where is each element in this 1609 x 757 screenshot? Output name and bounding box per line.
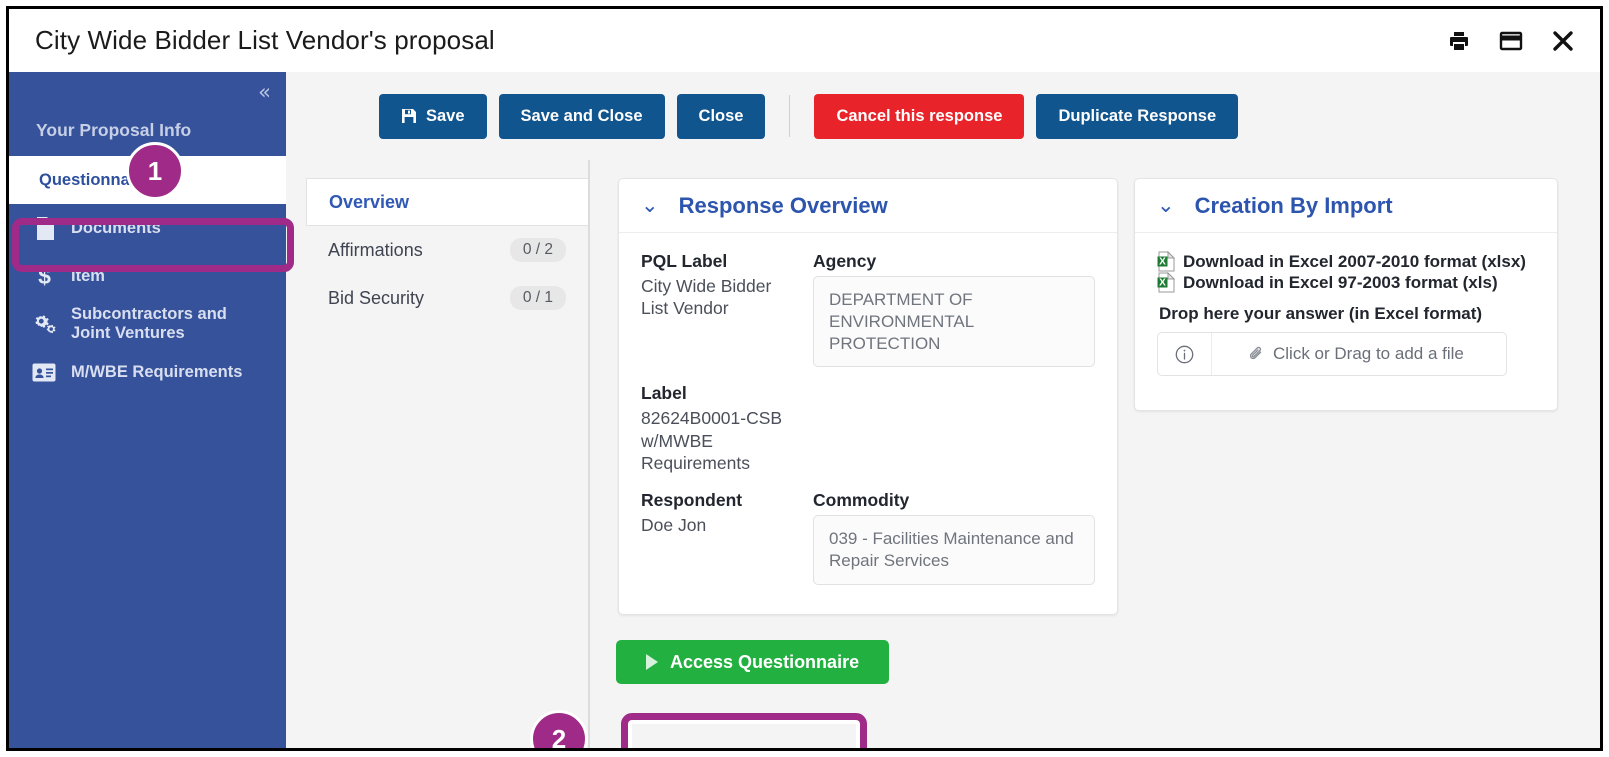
label-caption: Label [641, 383, 687, 404]
sidebar-item-mwbe-requirements[interactable]: M/WBE Requirements [9, 348, 286, 396]
annotation-badge-1: 1 [126, 142, 184, 200]
response-overview-header[interactable]: ⌄ Response Overview [619, 179, 1117, 233]
cancel-button-label: Cancel this response [836, 106, 1003, 125]
label-field: Label 82624B0001-CSB w/MWBE Requirements [641, 383, 801, 474]
main-panel: Save Save and Close Close Cancel this re… [286, 72, 1600, 748]
label-value: 82624B0001-CSB w/MWBE Requirements [641, 408, 783, 474]
print-icon[interactable] [1446, 28, 1472, 54]
sidebar-item-label: M/WBE Requirements [71, 362, 243, 381]
svg-text:X: X [1159, 278, 1166, 289]
sidebar-item-subcontractors-and-joint-ventures[interactable]: Subcontractors and Joint Ventures [9, 300, 286, 348]
document-icon [31, 216, 57, 240]
drop-zone-caption: Drop here your answer (in Excel format) [1159, 304, 1483, 323]
download-xlsx-link[interactable]: X Download in Excel 2007-2010 format (xl… [1157, 251, 1535, 272]
id-card-icon [31, 363, 57, 382]
access-questionnaire-button[interactable]: Access Questionnaire [616, 640, 890, 684]
file-drop-placeholder: Click or Drag to add a file [1273, 344, 1464, 363]
close-button[interactable]: Close [676, 93, 766, 139]
tab-label: Bid Security [328, 287, 425, 308]
label-row-spacer [813, 383, 1095, 490]
sidebar-item-item[interactable]: $ Item [9, 252, 286, 300]
access-questionnaire-wrap: Access Questionnaire [616, 640, 890, 684]
creation-by-import-title: Creation By Import [1194, 192, 1393, 218]
info-icon[interactable] [1158, 333, 1212, 375]
tab-label: Overview [329, 191, 410, 212]
paperclip-icon [1248, 346, 1264, 362]
page-title: City Wide Bidder List Vendor's proposal [35, 25, 495, 55]
content-area: Overview Affirmations 0 / 2 Bid Security… [286, 160, 1600, 748]
restore-window-icon[interactable] [1498, 28, 1524, 54]
section-tab-rail: Overview Affirmations 0 / 2 Bid Security… [306, 178, 588, 322]
response-overview-card: ⌄ Response Overview PQL Label City Wide … [618, 178, 1118, 615]
close-button-label: Close [698, 106, 744, 125]
dollar-icon: $ [31, 264, 57, 288]
cancel-this-response-button[interactable]: Cancel this response [814, 93, 1025, 139]
save-and-close-button-label: Save and Close [520, 106, 643, 125]
agency-value: DEPARTMENT OF ENVIRONMENTAL PROTECTION [813, 276, 1095, 368]
duplicate-button-label: Duplicate Response [1058, 106, 1217, 125]
creation-by-import-body: X Download in Excel 2007-2010 format (xl… [1135, 233, 1557, 396]
creation-by-import-card: ⌄ Creation By Import X Download in Excel… [1134, 178, 1558, 411]
duplicate-response-button[interactable]: Duplicate Response [1036, 93, 1239, 139]
respondent-field: Respondent Doe Jon [641, 490, 801, 585]
pql-label-value: City Wide Bidder List Vendor [641, 276, 772, 319]
sidebar-item-label: Item [71, 266, 105, 285]
download-xls-label: Download in Excel 97-2003 format (xls) [1183, 272, 1498, 292]
tab-bid-security[interactable]: Bid Security 0 / 1 [306, 274, 588, 322]
window-body: « Your Proposal Info Questionnaire Docum… [9, 72, 1600, 748]
chevron-down-icon[interactable]: ⌄ [641, 195, 659, 216]
chevron-down-icon[interactable]: ⌄ [1157, 195, 1175, 216]
response-overview-body: PQL Label City Wide Bidder List Vendor A… [619, 233, 1117, 621]
respondent-caption: Respondent [641, 490, 743, 511]
window-controls [1446, 28, 1576, 54]
download-xlsx-label: Download in Excel 2007-2010 format (xlsx… [1183, 251, 1526, 271]
file-drop-zone[interactable]: Click or Drag to add a file [1157, 332, 1507, 376]
application-window: City Wide Bidder List Vendor's proposal [6, 6, 1603, 751]
tab-overview[interactable]: Overview [306, 178, 588, 226]
svg-text:$: $ [38, 264, 51, 288]
save-and-close-button[interactable]: Save and Close [498, 93, 665, 139]
sidebar-item-documents[interactable]: Documents [9, 204, 286, 252]
collapse-sidebar-icon[interactable]: « [258, 82, 271, 103]
toolbar-divider [789, 95, 791, 137]
commodity-caption: Commodity [813, 490, 910, 511]
commodity-field: Commodity 039 - Facilities Maintenance a… [813, 490, 1095, 585]
commodity-value: 039 - Facilities Maintenance and Repair … [813, 515, 1095, 585]
download-xls-link[interactable]: X Download in Excel 97-2003 format (xls) [1157, 272, 1535, 293]
agency-field: Agency DEPARTMENT OF ENVIRONMENTAL PROTE… [813, 251, 1095, 368]
creation-by-import-header[interactable]: ⌄ Creation By Import [1135, 179, 1557, 233]
respondent-value: Doe Jon [641, 515, 707, 536]
sidebar-item-label: Subcontractors and Joint Ventures [71, 305, 227, 342]
sidebar-item-label: Documents [71, 218, 161, 237]
file-drop-text[interactable]: Click or Drag to add a file [1212, 333, 1506, 375]
access-questionnaire-label: Access Questionnaire [670, 651, 860, 672]
tab-affirmations[interactable]: Affirmations 0 / 2 [306, 226, 588, 274]
agency-caption: Agency [813, 251, 877, 271]
svg-text:X: X [1159, 257, 1166, 268]
overview-row-pql-agency: PQL Label City Wide Bidder List Vendor A… [641, 251, 1095, 383]
title-bar: City Wide Bidder List Vendor's proposal [9, 9, 1600, 72]
overview-row-label: Label 82624B0001-CSB w/MWBE Requirements [641, 383, 1095, 490]
save-button-label: Save [426, 106, 465, 125]
response-overview-title: Response Overview [678, 192, 888, 218]
pql-label-caption: PQL Label [641, 251, 728, 271]
action-toolbar: Save Save and Close Close Cancel this re… [286, 72, 1239, 160]
pql-label-field: PQL Label City Wide Bidder List Vendor [641, 251, 801, 367]
excel-file-icon: X [1157, 272, 1178, 293]
tab-count-badge: 0 / 1 [509, 286, 566, 310]
rail-divider [588, 160, 590, 748]
tab-label: Affirmations [328, 239, 423, 260]
floppy-disk-icon [401, 108, 417, 124]
close-icon[interactable] [1550, 28, 1576, 54]
overview-row-respondent-commodity: Respondent Doe Jon Commodity 039 - Facil… [641, 490, 1095, 601]
tab-count-badge: 0 / 2 [509, 238, 566, 262]
cogs-icon [31, 313, 57, 335]
save-button[interactable]: Save [379, 93, 487, 139]
play-icon [646, 654, 658, 670]
excel-file-icon: X [1157, 251, 1178, 272]
sidebar-heading: Your Proposal Info [36, 120, 192, 140]
